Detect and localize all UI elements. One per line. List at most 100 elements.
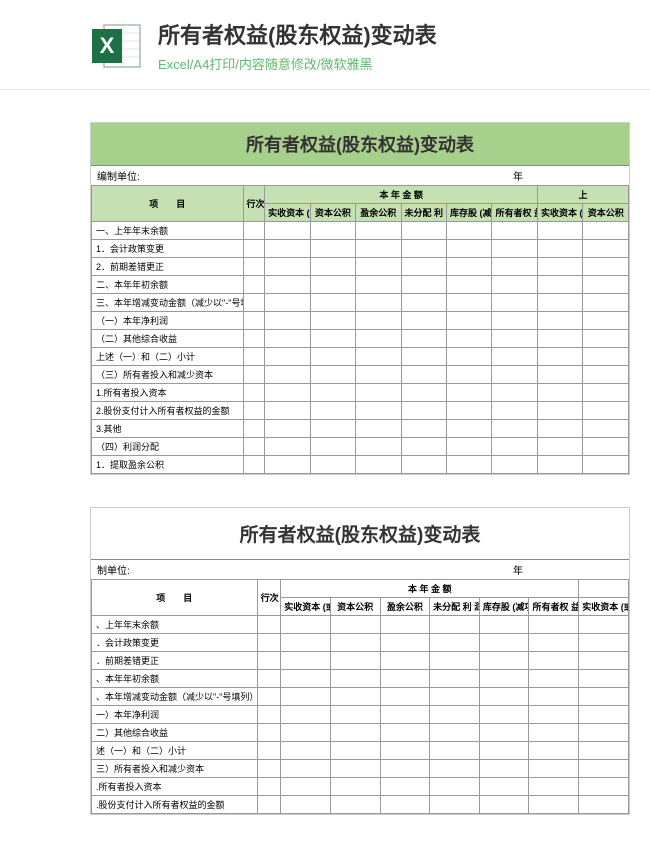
cell [310, 222, 355, 240]
table-row: 、本年增减变动金额（减少以"-"号填列） [92, 688, 629, 706]
cell [281, 706, 331, 724]
row-label: .股份支付计入所有者权益的金额 [92, 796, 258, 814]
th-item-2: 项 目 [92, 580, 258, 616]
row-label: 一）本年净利润 [92, 706, 258, 724]
cell [529, 724, 579, 742]
table-row: 一、上年年末余额 [92, 222, 629, 240]
th2-c4: 未分配 利 润 [430, 598, 480, 616]
cell [281, 634, 331, 652]
cell [265, 420, 310, 438]
cell [446, 438, 491, 456]
cell [265, 366, 310, 384]
cell [265, 402, 310, 420]
cell [401, 330, 446, 348]
row-num [243, 420, 265, 438]
cell [529, 796, 579, 814]
th-c4: 未分配 利 润 [401, 204, 446, 222]
cell [529, 760, 579, 778]
row-label: （一）本年净利润 [92, 312, 244, 330]
cell [479, 688, 529, 706]
row-label: ．前期差错更正 [92, 652, 258, 670]
table-row: ．会计政策变更 [92, 634, 629, 652]
cell [380, 634, 430, 652]
cell [446, 330, 491, 348]
cell [579, 652, 629, 670]
cell [479, 724, 529, 742]
cell [356, 240, 401, 258]
table-row: （二）其他综合收益 [92, 330, 629, 348]
cell [265, 222, 310, 240]
cell [479, 760, 529, 778]
cell [537, 438, 582, 456]
header-section: X 所有者权益(股东权益)变动表 Excel/A4打印/内容随意修改/微软雅黑 [0, 0, 650, 90]
cell [479, 652, 529, 670]
row-label: 二、本年年初余额 [92, 276, 244, 294]
cell [479, 670, 529, 688]
table-row: 1．提取盈余公积 [92, 456, 629, 474]
cell [583, 222, 629, 240]
cell [446, 222, 491, 240]
th2-c5: 库存股 (减项) [479, 598, 529, 616]
th-c2: 资本公积 [310, 204, 355, 222]
cell [356, 312, 401, 330]
cell [492, 222, 538, 240]
cell [330, 616, 380, 634]
cell [537, 348, 582, 366]
th-c8: 资本公积 [583, 204, 629, 222]
th-c6: 所有者权 益 合计 [492, 204, 538, 222]
cell [401, 438, 446, 456]
cell [430, 670, 480, 688]
cell [579, 706, 629, 724]
row-label: 2．前期差错更正 [92, 258, 244, 276]
cell [281, 742, 331, 760]
row-label: 2.股份支付计入所有者权益的金额 [92, 402, 244, 420]
equity-table-2: 项 目 行次 本 年 金 额 实收资本 (或股本) 资本公积 盈余公积 未分配 … [91, 579, 629, 814]
cell [310, 330, 355, 348]
cell [537, 456, 582, 474]
cell [446, 312, 491, 330]
svg-text:X: X [100, 33, 115, 58]
cell [492, 312, 538, 330]
cell [446, 348, 491, 366]
cell [492, 420, 538, 438]
unit-label-2: 制单位: [97, 562, 130, 577]
cell [281, 796, 331, 814]
row-num [243, 258, 265, 276]
table-row: 上述（一）和（二）小计 [92, 348, 629, 366]
th2-c1: 实收资本 (或股本) [281, 598, 331, 616]
cell [579, 760, 629, 778]
row-num [243, 348, 265, 366]
preview-green: 所有者权益(股东权益)变动表 编制单位: 年 项 目 行次 本 年 金 额 上 … [90, 122, 630, 475]
row-label: （二）其他综合收益 [92, 330, 244, 348]
table-row: 三、本年增减变动金额（减少以"-"号填列） [92, 294, 629, 312]
cell [330, 778, 380, 796]
year-label-2: 年 [513, 562, 523, 577]
cell [401, 240, 446, 258]
cell [479, 634, 529, 652]
th2-c6: 所有者权 益 合计 [529, 598, 579, 616]
cell [430, 616, 480, 634]
table-row: 2.股份支付计入所有者权益的金额 [92, 402, 629, 420]
cell [430, 688, 480, 706]
cell [583, 312, 629, 330]
page-title: 所有者权益(股东权益)变动表 [158, 18, 630, 50]
cell [583, 330, 629, 348]
table-row: 2．前期差错更正 [92, 258, 629, 276]
cell [356, 420, 401, 438]
cell [446, 240, 491, 258]
row-label: 1.所有者投入资本 [92, 384, 244, 402]
cell [380, 688, 430, 706]
cell [579, 670, 629, 688]
cell [401, 276, 446, 294]
row-num [243, 312, 265, 330]
cell [492, 402, 538, 420]
cell [281, 724, 331, 742]
cell [356, 294, 401, 312]
cell [430, 706, 480, 724]
equity-table: 项 目 行次 本 年 金 额 上 实收资本 (或股本) 资本公积 盈余公积 未分… [91, 185, 629, 474]
cell [583, 276, 629, 294]
table-row: 一）本年净利润 [92, 706, 629, 724]
cell [583, 240, 629, 258]
cell [537, 420, 582, 438]
table-row: 、上年年末余额 [92, 616, 629, 634]
